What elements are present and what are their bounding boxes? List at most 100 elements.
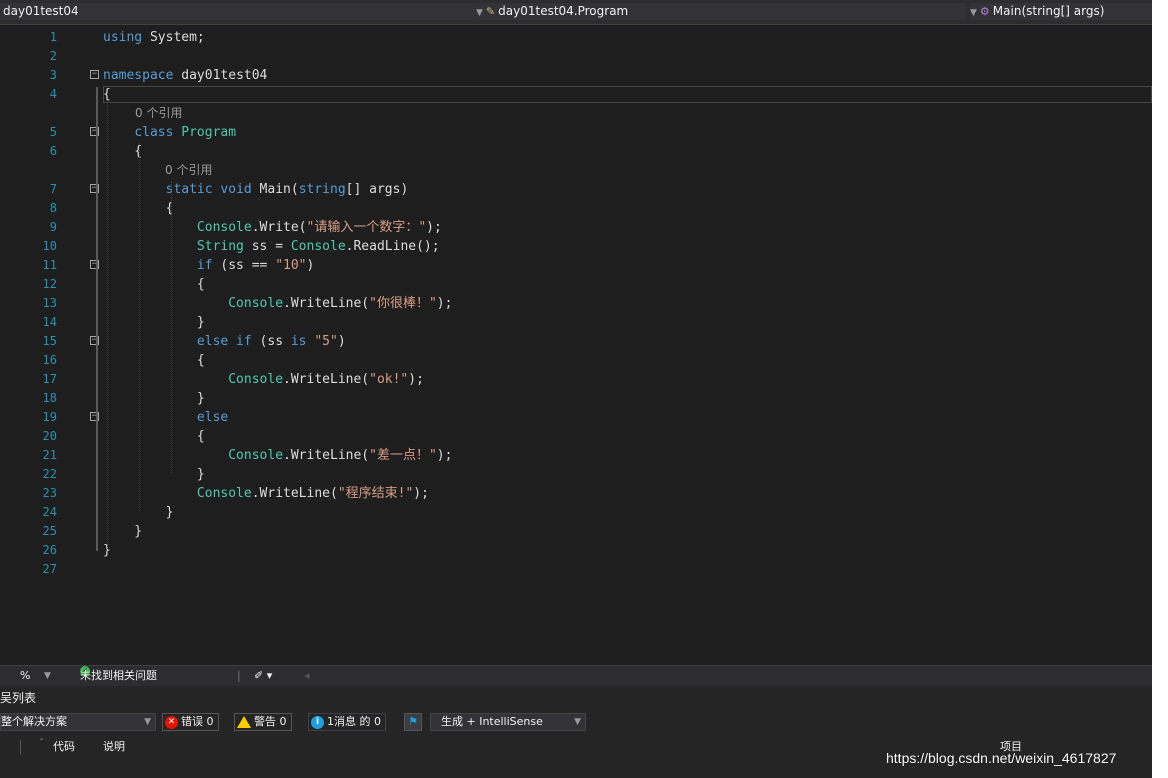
scope-label: 整个解决方案 [1, 715, 67, 728]
scroll-left-icon[interactable]: ◂ [304, 666, 310, 686]
code-line[interactable]: 23 Console.WriteLine("程序结束!"); [0, 484, 1152, 503]
code-token: ); [408, 372, 424, 387]
line-number: 13 [42, 296, 57, 310]
build-source-dropdown[interactable]: 生成 + IntelliSense ▼ [430, 713, 586, 731]
code-text: } [103, 389, 205, 408]
code-token: .ReadLine(); [345, 239, 440, 254]
code-token: "程序结束!" [337, 486, 414, 501]
member-dropdown[interactable]: ▼ ⚙ Main(string[] args) [970, 3, 1152, 20]
code-line[interactable]: 6 { [0, 142, 1152, 161]
code-line[interactable]: 3 − namespace day01test04 [0, 66, 1152, 85]
code-line[interactable]: 20 { [0, 427, 1152, 446]
line-number: 17 [42, 372, 57, 386]
code-token: using [103, 30, 150, 45]
code-text: { [103, 427, 205, 446]
code-token: ss = [243, 239, 291, 254]
filter-icon[interactable]: ⚑ [404, 713, 422, 731]
warnings-label: 警告 0 [254, 715, 287, 728]
code-line[interactable]: 18 } [0, 389, 1152, 408]
code-token: day01test04 [181, 68, 268, 83]
line-number: 24 [42, 505, 57, 519]
errors-filter-button[interactable]: ✕ 错误 0 [162, 713, 219, 731]
code-token: ); [436, 448, 453, 463]
code-token: namespace [103, 68, 182, 83]
code-editor[interactable]: 1 using System; 2 3− namespace day01test04 4{… [0, 25, 1152, 663]
line-number: 9 [49, 220, 57, 234]
code-line[interactable]: 25 } [0, 522, 1152, 541]
code-line[interactable]: 7− static void Main(string[] args) [0, 180, 1152, 199]
chevron-down-icon[interactable]: ▼ [44, 666, 51, 686]
code-line[interactable]: 21 Console.WriteLine("差一点！"); [0, 446, 1152, 465]
class-icon: ✎ [485, 5, 496, 18]
zoom-level[interactable]: % [20, 666, 30, 686]
code-token: .WriteLine( [283, 372, 370, 387]
collapse-icon[interactable]: − [90, 70, 99, 79]
code-text: String ss = Console.ReadLine(); [103, 237, 440, 256]
code-token: Console [228, 448, 284, 463]
code-line[interactable]: 17 Console.WriteLine("ok!"); [0, 370, 1152, 389]
code-token: Program [181, 125, 237, 140]
code-line[interactable]: 27 [0, 560, 1152, 579]
info-icon: i [311, 715, 324, 729]
chevron-down-icon: ▼ [970, 8, 977, 18]
class-dropdown[interactable]: ▼ ✎ day01test04.Program [476, 3, 966, 20]
code-token: { [103, 87, 111, 102]
line-number: 12 [42, 277, 57, 291]
code-line[interactable]: 12 { [0, 275, 1152, 294]
code-line[interactable]: 8 { [0, 199, 1152, 218]
code-line[interactable]: 26} [0, 541, 1152, 560]
code-token: } [103, 467, 205, 482]
code-text: Console.WriteLine("差一点！"); [103, 446, 452, 465]
code-line[interactable]: 2 [0, 47, 1152, 66]
line-number: 1 [49, 30, 57, 44]
messages-filter-button[interactable]: i 1消息 的 0 [308, 713, 386, 731]
code-line[interactable]: 1 using System; [0, 28, 1152, 47]
code-token: Console [196, 220, 252, 235]
code-line[interactable]: 14 } [0, 313, 1152, 332]
code-line[interactable]: 5− class Program [0, 123, 1152, 142]
code-text: } [103, 522, 142, 541]
code-token: "差一点！" [369, 448, 437, 463]
column-code[interactable]: 代码 [53, 736, 75, 758]
code-token: if [196, 258, 221, 273]
code-line[interactable]: 16 { [0, 351, 1152, 370]
code-cleanup-icon[interactable]: ✐ ▾ [254, 666, 272, 686]
code-text: } [103, 313, 205, 332]
line-number: 25 [42, 524, 57, 538]
project-dropdown[interactable]: day01test04 [0, 3, 475, 20]
line-number: 7 [49, 182, 57, 196]
code-token: { [103, 353, 205, 368]
column-description[interactable]: 说明 [103, 736, 125, 758]
code-line[interactable]: 22 } [0, 465, 1152, 484]
code-line[interactable]: 13 Console.WriteLine("你很棒！"); [0, 294, 1152, 313]
code-line[interactable]: 19− else [0, 408, 1152, 427]
code-token: .WriteLine( [283, 448, 370, 463]
code-token: "你很棒！" [369, 296, 437, 311]
code-line[interactable]: 11− if (ss == "10") [0, 256, 1152, 275]
line-number: 2 [49, 49, 57, 63]
scope-dropdown[interactable]: 整个解决方案 ▼ [0, 713, 156, 731]
code-line[interactable]: 15− else if (ss is "5") [0, 332, 1152, 351]
code-lens[interactable]: 0 个引用 [0, 104, 1152, 123]
line-number: 19 [42, 410, 57, 424]
code-text: } [103, 465, 205, 484]
line-number: 15 [42, 334, 57, 348]
code-token: ) [337, 334, 346, 349]
indent-guide [107, 105, 108, 549]
page-margin [1152, 0, 1168, 778]
code-line[interactable]: 24 } [0, 503, 1152, 522]
sort-icon[interactable]: ″ [40, 732, 43, 754]
code-line[interactable]: 10 String ss = Console.ReadLine(); [0, 237, 1152, 256]
line-number: 6 [49, 144, 57, 158]
chevron-down-icon: ▼ [574, 717, 581, 727]
code-lens[interactable]: 0 个引用 [0, 161, 1152, 180]
warnings-filter-button[interactable]: 警告 0 [234, 713, 292, 731]
code-line[interactable]: 9 Console.Write("请输入一个数字："); [0, 218, 1152, 237]
code-token: } [103, 524, 143, 539]
code-line[interactable]: 4{ [0, 85, 1152, 104]
project-label: day01test04 [3, 4, 79, 18]
code-token: .WriteLine( [283, 296, 370, 311]
